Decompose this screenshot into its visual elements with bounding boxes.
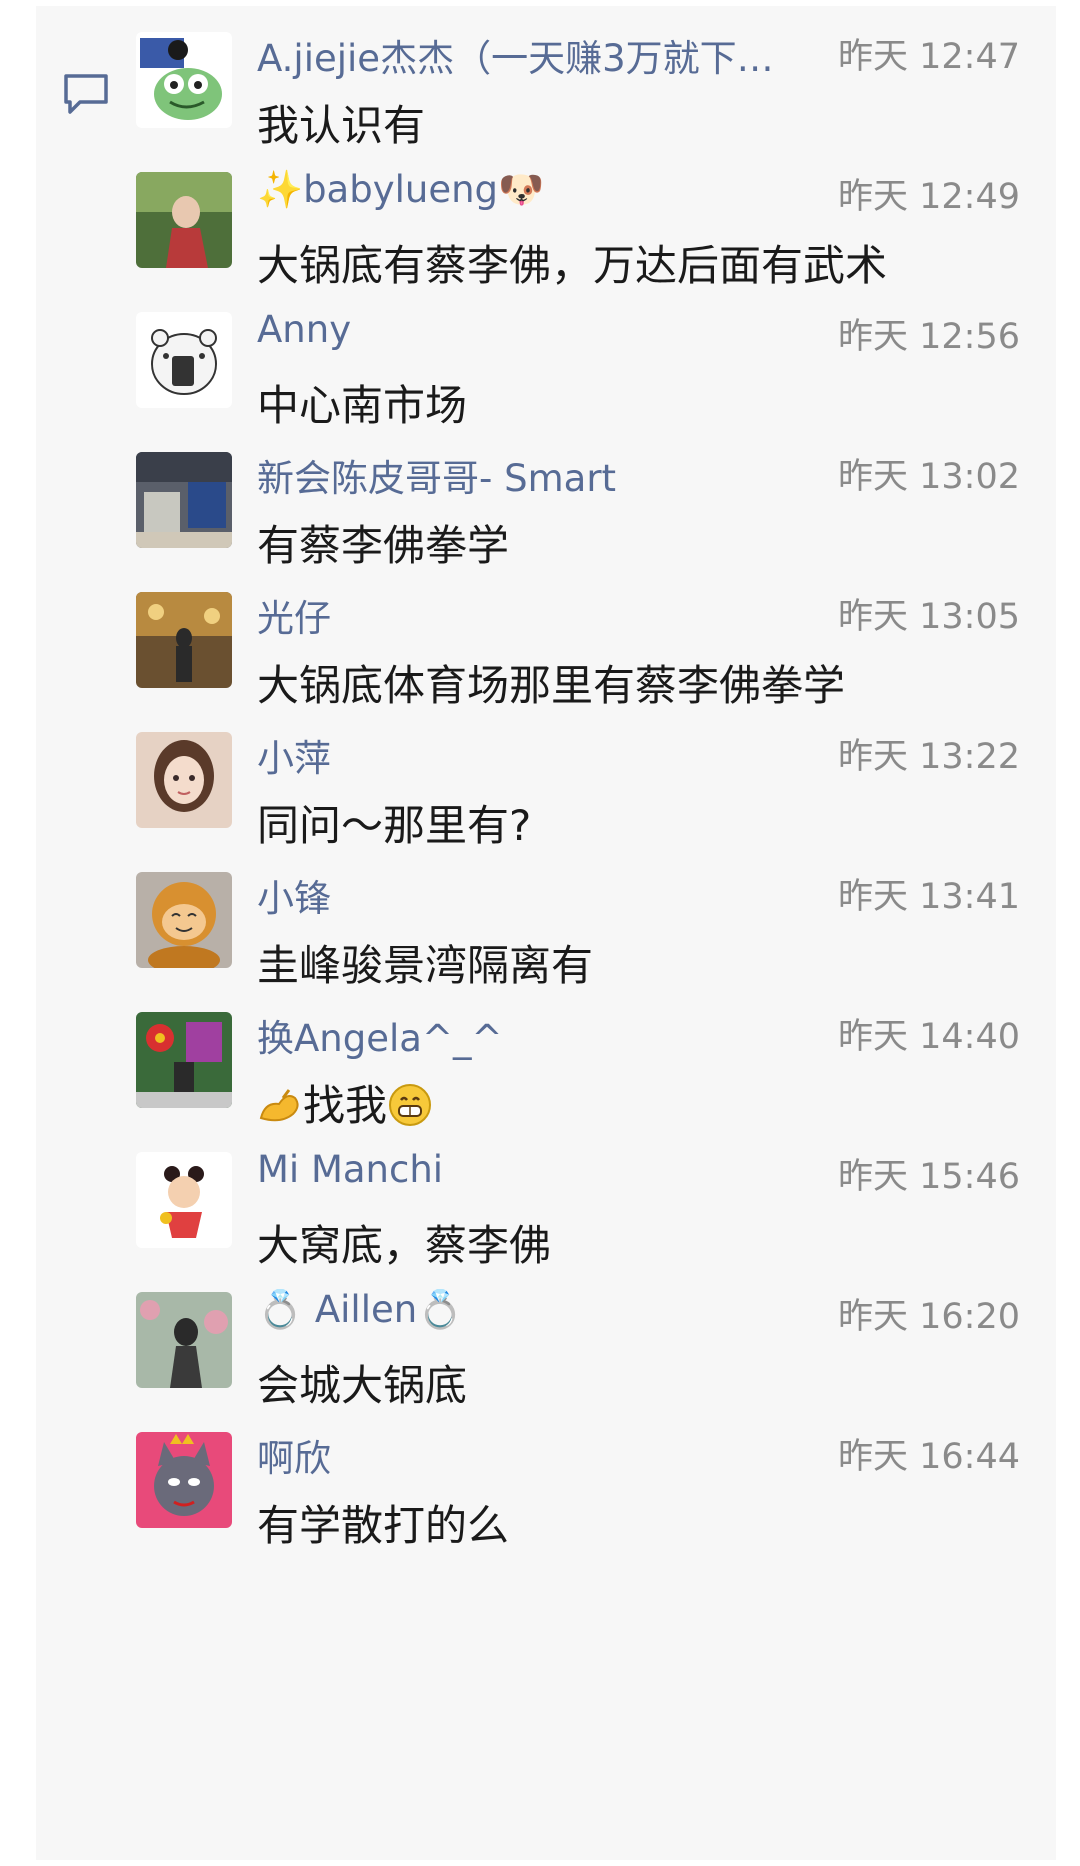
comment-time: 昨天 15:46 xyxy=(838,1157,1020,1197)
avatar[interactable] xyxy=(136,452,232,548)
comment-row: 啊欣 昨天 16:44 有学散打的么 xyxy=(36,1406,1056,1572)
comment-time: 昨天 14:40 xyxy=(838,1017,1020,1057)
comment-text: 大锅底体育场那里有蔡李佛拳学 xyxy=(257,661,846,710)
commenter-name[interactable]: 💍 Aillen💍 xyxy=(257,1288,463,1332)
avatar[interactable] xyxy=(136,1292,232,1388)
commenter-name[interactable]: 小萍 xyxy=(257,728,331,782)
comment-text: 中心南市场 xyxy=(257,381,468,430)
comment-text: 大窝底，蔡李佛 xyxy=(257,1221,552,1270)
avatar[interactable] xyxy=(136,1432,232,1528)
avatar[interactable] xyxy=(136,732,232,828)
comment-time: 昨天 13:22 xyxy=(838,737,1020,777)
avatar[interactable] xyxy=(136,872,232,968)
comment-text: 有学散打的么 xyxy=(257,1501,510,1550)
comment-text: 同问～那里有? xyxy=(257,801,532,850)
commenter-name[interactable]: A.jiejie杰杰（一天赚3万就下… xyxy=(257,28,774,82)
avatar[interactable] xyxy=(136,1152,232,1248)
comment-time: 昨天 12:56 xyxy=(838,317,1020,357)
comment-time: 昨天 13:02 xyxy=(838,457,1020,497)
comment-time: 昨天 13:05 xyxy=(838,597,1020,637)
grinning-face-icon xyxy=(389,1084,432,1126)
commenter-name[interactable]: ✨babylueng🐶 xyxy=(257,168,544,212)
comment-text-content: 找我 xyxy=(303,1081,388,1130)
comment-time: 昨天 12:47 xyxy=(838,37,1020,77)
comment-text: 找我 xyxy=(257,1072,433,1133)
commenter-name[interactable]: Mi Manchi xyxy=(257,1148,443,1191)
commenter-name[interactable]: 换Angela^_^ xyxy=(257,1008,502,1062)
avatar[interactable] xyxy=(136,1012,232,1108)
avatar[interactable] xyxy=(136,592,232,688)
comment-time: 昨天 16:20 xyxy=(838,1297,1020,1337)
comment-text: 我认识有 xyxy=(257,101,426,150)
comment-time: 昨天 16:44 xyxy=(838,1437,1020,1477)
commenter-name[interactable]: 啊欣 xyxy=(257,1428,331,1482)
avatar[interactable] xyxy=(136,32,232,128)
comment-text: 会城大锅底 xyxy=(257,1361,468,1410)
comment-time: 昨天 13:41 xyxy=(838,877,1020,917)
commenter-name[interactable]: 新会陈皮哥哥- Smart xyxy=(257,448,616,502)
comment-text: 有蔡李佛拳学 xyxy=(257,521,510,570)
comment-text: 大锅底有蔡李佛，万达后面有武术 xyxy=(257,241,888,290)
commenter-name[interactable]: Anny xyxy=(257,308,351,351)
comment-time: 昨天 12:49 xyxy=(838,177,1020,217)
avatar[interactable] xyxy=(136,172,232,268)
flexed-arm-icon xyxy=(259,1089,299,1122)
commenter-name[interactable]: 光仔 xyxy=(257,588,331,642)
commenter-name[interactable]: 小锋 xyxy=(257,868,331,922)
avatar[interactable] xyxy=(136,312,232,408)
comment-text: 圭峰骏景湾隔离有 xyxy=(257,941,594,990)
